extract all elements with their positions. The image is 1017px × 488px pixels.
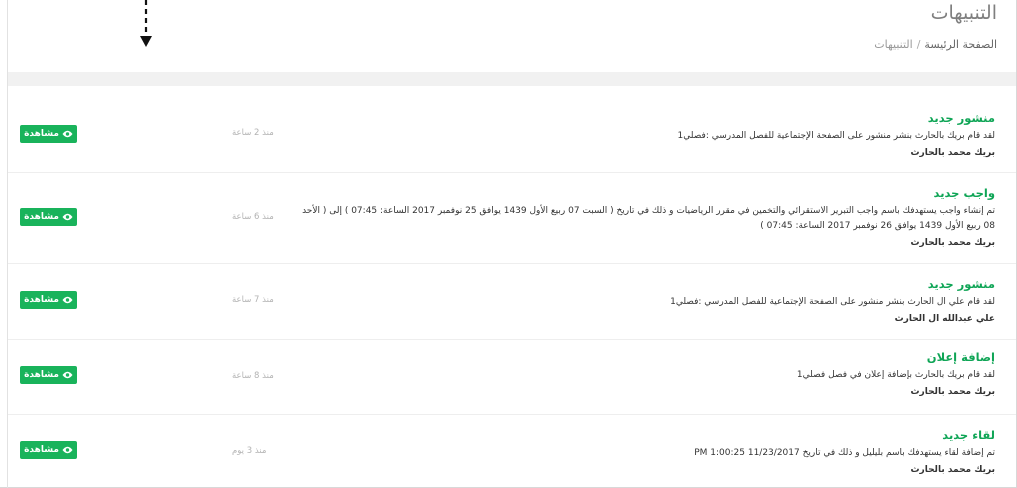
notification-content: منشور جديد لقد قام علي ال الحارث بنشر من…	[275, 277, 995, 326]
page-title: التنبيهات	[930, 2, 997, 24]
notification-text: لقد قام بريك بالحارث بنشر منشور على الصف…	[677, 131, 995, 141]
view-button-label: مشاهدة	[24, 295, 59, 305]
eye-icon	[62, 296, 73, 304]
notification-title[interactable]: لقاء جديد	[275, 428, 995, 443]
eye-icon	[62, 371, 73, 379]
notification-content: لقاء جديد تم إضافة لقاء يستهدفك باسم بلي…	[275, 428, 995, 477]
notification-text: لقد قام بريك بالحارث بإضافة إعلان في فصل…	[796, 370, 995, 380]
eye-icon	[62, 130, 73, 138]
eye-icon	[62, 446, 73, 454]
breadcrumb-current: التنبيهات	[874, 38, 913, 51]
view-button[interactable]: مشاهدة	[20, 366, 77, 384]
notification-text: تم إضافة لقاء يستهدفك باسم بليليل و ذلك …	[694, 448, 995, 458]
notification-time: منذ 7 ساعة	[232, 295, 274, 305]
notification-item: لقاء جديد تم إضافة لقاء يستهدفك باسم بلي…	[8, 415, 1016, 488]
notification-time: منذ 3 يوم	[232, 446, 267, 456]
notification-item: إضافة إعلان لقد قام بريك بالحارث بإضافة …	[8, 340, 1016, 415]
notification-title[interactable]: واجب جديد	[295, 186, 995, 201]
view-button-label: مشاهدة	[24, 370, 59, 380]
eye-icon	[62, 213, 73, 221]
notification-time: منذ 6 ساعة	[232, 212, 274, 222]
view-button[interactable]: مشاهدة	[20, 208, 77, 226]
view-button[interactable]: مشاهدة	[20, 125, 77, 143]
dashed-arrow-down-icon	[140, 0, 152, 47]
notification-author: بريك محمد بالحارث	[910, 465, 995, 475]
notification-item: واجب جديد تم إنشاء واجب يستهدفك باسم واج…	[8, 173, 1016, 264]
notification-content: منشور جديد لقد قام بريك بالحارث بنشر منش…	[275, 111, 995, 160]
view-button-label: مشاهدة	[24, 445, 59, 455]
notification-item: منشور جديد لقد قام بريك بالحارث بنشر منش…	[8, 86, 1016, 173]
notification-content: واجب جديد تم إنشاء واجب يستهدفك باسم واج…	[295, 186, 995, 250]
view-button[interactable]: مشاهدة	[20, 441, 77, 459]
notification-time: منذ 2 ساعة	[232, 128, 274, 138]
section-divider-band	[8, 72, 1016, 86]
notification-author: بريك محمد بالحارث	[910, 148, 995, 158]
breadcrumb-separator: /	[916, 38, 921, 51]
view-button-label: مشاهدة	[24, 212, 59, 222]
notification-text: لقد قام علي ال الحارث بنشر منشور على الص…	[670, 297, 995, 307]
breadcrumb: الصفحة الرئيسة/التنبيهات	[874, 38, 997, 51]
view-button[interactable]: مشاهدة	[20, 291, 77, 309]
notification-title[interactable]: منشور جديد	[275, 111, 995, 126]
notification-author: بريك محمد بالحارث	[910, 387, 995, 397]
notification-time: منذ 8 ساعة	[232, 371, 274, 381]
view-button-label: مشاهدة	[24, 129, 59, 139]
notification-title[interactable]: إضافة إعلان	[275, 350, 995, 365]
breadcrumb-home-link[interactable]: الصفحة الرئيسة	[924, 38, 997, 51]
notification-text: تم إنشاء واجب يستهدفك باسم واجب التبرير …	[302, 206, 995, 231]
notification-author: علي عبدالله ال الحارث	[894, 314, 995, 324]
notification-content: إضافة إعلان لقد قام بريك بالحارث بإضافة …	[275, 350, 995, 399]
notification-item: منشور جديد لقد قام علي ال الحارث بنشر من…	[8, 264, 1016, 340]
notification-title[interactable]: منشور جديد	[275, 277, 995, 292]
notification-author: بريك محمد بالحارث	[910, 238, 995, 248]
